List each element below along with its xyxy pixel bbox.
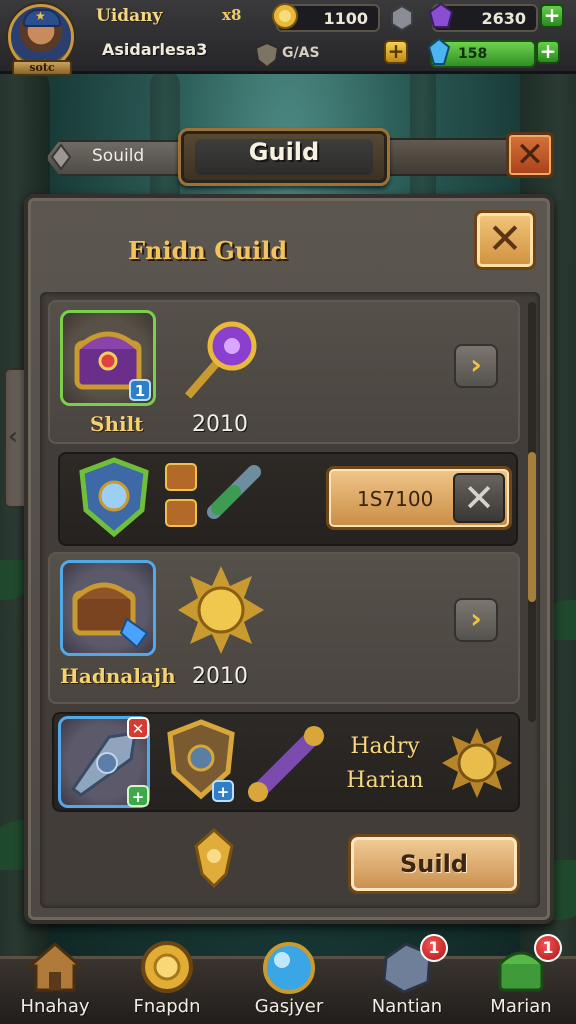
upgrade-badge-icon: + — [127, 785, 149, 807]
shield-energy-icon — [254, 41, 280, 69]
close-panel-button[interactable]: ✕ — [474, 210, 536, 270]
small-emblems-icon — [165, 463, 197, 527]
notification-badge: 1 — [534, 934, 562, 962]
treasure-chest-icon — [72, 582, 149, 649]
gold-coin-icon — [141, 941, 193, 993]
cancel-price-button[interactable]: ✕ — [453, 473, 505, 523]
item-slot[interactable] — [60, 560, 156, 656]
nav-label: Fnapdn — [133, 996, 201, 1017]
close-icon: ✕ — [515, 135, 545, 175]
blue-shield-icon — [79, 457, 149, 538]
close-window-button[interactable]: ✕ — [506, 132, 554, 178]
grey-gem-icon — [50, 143, 72, 171]
nav-item-chest[interactable]: 1 Marian — [466, 932, 576, 1024]
next-arrow-button[interactable]: › — [454, 598, 498, 642]
tab-souild-label: Souild — [92, 146, 145, 166]
item-value: 2010 — [192, 664, 248, 689]
avatar-tag: sotc — [12, 60, 72, 76]
crystal-counter: 2630 — [428, 2, 538, 32]
item-level-badge: 1 — [129, 379, 151, 401]
mana-counter: 158 — [427, 37, 536, 68]
price-amount: 1S7100 — [357, 487, 434, 511]
item-name: Hadnalajh — [60, 664, 176, 688]
item-name: Shilt — [90, 412, 144, 436]
gold-amount: 1100 — [323, 9, 368, 28]
nav-item-orb[interactable]: Gasjyer — [234, 932, 344, 1024]
item-level-badge: + — [212, 780, 234, 802]
player-name: Uidany — [96, 6, 163, 26]
purple-scepter-icon — [184, 321, 257, 399]
nav-item-coins[interactable]: Fnapdn — [112, 932, 222, 1024]
energy-label: G/AS — [282, 45, 320, 61]
chevron-right-icon: › — [470, 348, 482, 381]
scroll-thumb[interactable] — [528, 452, 536, 602]
add-energy-button[interactable]: + — [384, 40, 408, 64]
panel-title: Fnidn Guild — [128, 236, 288, 265]
house-icon — [26, 942, 84, 992]
page-title: Guild — [248, 138, 320, 166]
nav-item-ore[interactable]: 1 Nantian — [352, 932, 462, 1024]
spiked-gold-orb-icon — [442, 728, 512, 798]
notification-badge: 1 — [420, 934, 448, 962]
blue-orb-icon — [263, 942, 315, 994]
crystal-amount: 2630 — [481, 9, 526, 28]
add-mana-button[interactable]: + — [536, 40, 560, 64]
list-scrollbar[interactable] — [528, 302, 536, 722]
energy-counter: G/AS — [254, 38, 378, 69]
gold-counter: 1100 — [272, 3, 380, 32]
mana-amount: 158 — [458, 46, 488, 62]
hero-name-line1: Hadry — [350, 734, 420, 759]
title-wing-right — [380, 138, 510, 176]
nav-item-home[interactable]: Hnahay — [0, 932, 110, 1024]
nav-label: Nantian — [371, 996, 443, 1017]
next-arrow-button[interactable]: › — [454, 344, 498, 388]
add-crystal-button[interactable]: + — [540, 4, 564, 28]
price-button[interactable]: 1S7100 ✕ — [326, 466, 512, 530]
purple-scroll-icon — [248, 726, 324, 802]
green-scroll-icon — [207, 465, 261, 519]
guild-button[interactable]: Suild — [348, 834, 520, 894]
player-level: x8 — [222, 6, 242, 24]
item-value: 2010 — [192, 412, 248, 437]
stone-icon — [391, 4, 413, 32]
remove-badge-icon[interactable]: ✕ — [127, 717, 149, 739]
star-icon: ★ — [35, 9, 46, 23]
side-collapse-tab[interactable] — [4, 368, 26, 508]
nav-label: Gasjyer — [254, 996, 324, 1017]
chevron-right-icon: › — [470, 602, 482, 635]
blue-crystal-icon — [427, 37, 451, 65]
gold-trinket-icon — [194, 827, 234, 889]
item-slot[interactable]: ✕ + — [58, 716, 150, 808]
guild-button-label: Suild — [399, 850, 468, 878]
purple-gem-icon — [428, 2, 454, 28]
close-icon: ✕ — [487, 214, 523, 263]
item-slot[interactable]: 1 — [60, 310, 156, 406]
hero-name-line2: Harian — [346, 768, 424, 793]
nav-label: Hnahay — [20, 996, 90, 1017]
gold-coin-icon — [272, 3, 298, 29]
gold-medallion-icon — [178, 566, 264, 654]
player-guild-name: Asidarlesa3 — [102, 40, 208, 59]
close-icon: ✕ — [463, 476, 495, 520]
nav-label: Marian — [490, 996, 552, 1017]
